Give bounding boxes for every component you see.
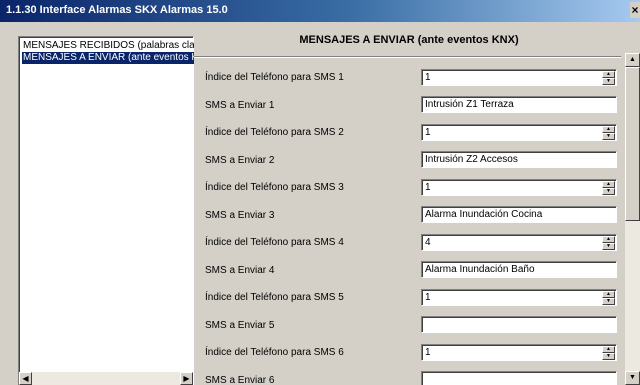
page-title: MENSAJES A ENVIAR (ante eventos KNX) xyxy=(299,34,519,46)
label-sms-enviar-1: SMS a Enviar 1 xyxy=(205,100,275,111)
label-sms-enviar-3: SMS a Enviar 3 xyxy=(205,210,275,221)
main-panel: MENSAJES A ENVIAR (ante eventos KNX) Índ… xyxy=(194,31,640,385)
spin-down-icon[interactable]: ▼ xyxy=(602,298,615,305)
close-icon[interactable]: × xyxy=(630,2,640,18)
title-bar: 1.1.30 Interface Alarmas SKX Alarmas 15.… xyxy=(0,0,640,22)
sms-enviar-1-input[interactable]: Intrusión Z1 Terraza xyxy=(421,96,617,113)
scroll-up-icon[interactable]: ▲ xyxy=(625,53,640,67)
sms-enviar-6-input[interactable] xyxy=(421,371,617,385)
spin-up-icon[interactable]: ▲ xyxy=(602,126,615,133)
spin-down-icon[interactable]: ▼ xyxy=(602,353,615,360)
indice-sms-1-spinner[interactable]: 1 ▲ ▼ xyxy=(421,69,617,86)
spin-down-icon[interactable]: ▼ xyxy=(602,78,615,85)
spin-down-icon[interactable]: ▼ xyxy=(602,133,615,140)
indice-sms-2-spinner[interactable]: 1 ▲ ▼ xyxy=(421,124,617,141)
label-sms-enviar-6: SMS a Enviar 6 xyxy=(205,375,275,385)
vertical-scrollbar[interactable]: ▲ ▼ xyxy=(625,53,640,385)
sms-enviar-3-input[interactable]: Alarma Inundación Cocina xyxy=(421,206,617,223)
indice-sms-6-value: 1 xyxy=(425,347,431,358)
indice-sms-3-value: 1 xyxy=(425,182,431,193)
sms-enviar-5-input[interactable] xyxy=(421,316,617,333)
spin-up-icon[interactable]: ▲ xyxy=(602,291,615,298)
indice-sms-6-spinner[interactable]: 1 ▲ ▼ xyxy=(421,344,617,361)
spin-down-icon[interactable]: ▼ xyxy=(602,243,615,250)
label-sms-enviar-2: SMS a Enviar 2 xyxy=(205,155,275,166)
spin-up-icon[interactable]: ▲ xyxy=(602,71,615,78)
section-list: MENSAJES RECIBIDOS (palabras clave) MENS… xyxy=(18,36,194,385)
scroll-down-icon[interactable]: ▼ xyxy=(625,371,640,385)
label-indice-sms-6: Índice del Teléfono para SMS 6 xyxy=(205,347,344,358)
window-title: 1.1.30 Interface Alarmas SKX Alarmas 15.… xyxy=(6,4,228,16)
label-indice-sms-2: Índice del Teléfono para SMS 2 xyxy=(205,127,344,138)
scrollbar-thumb[interactable] xyxy=(625,67,640,221)
scroll-left-icon[interactable]: ◀ xyxy=(19,372,32,385)
horizontal-scrollbar[interactable]: ◀ ▶ xyxy=(19,372,193,385)
label-indice-sms-1: Índice del Teléfono para SMS 1 xyxy=(205,72,344,83)
spin-down-icon[interactable]: ▼ xyxy=(602,188,615,195)
label-sms-enviar-5: SMS a Enviar 5 xyxy=(205,320,275,331)
indice-sms-5-spinner[interactable]: 1 ▲ ▼ xyxy=(421,289,617,306)
indice-sms-2-value: 1 xyxy=(425,127,431,138)
sidebar-item-mensajes-enviar[interactable]: MENSAJES A ENVIAR (ante eventos KNX) xyxy=(22,52,194,64)
label-indice-sms-3: Índice del Teléfono para SMS 3 xyxy=(205,182,344,193)
indice-sms-4-spinner[interactable]: 4 ▲ ▼ xyxy=(421,234,617,251)
spin-up-icon[interactable]: ▲ xyxy=(602,181,615,188)
sms-enviar-4-input[interactable]: Alarma Inundación Baño xyxy=(421,261,617,278)
indice-sms-3-spinner[interactable]: 1 ▲ ▼ xyxy=(421,179,617,196)
indice-sms-4-value: 4 xyxy=(425,237,431,248)
indice-sms-5-value: 1 xyxy=(425,292,431,303)
header-divider xyxy=(194,56,621,58)
label-indice-sms-5: Índice del Teléfono para SMS 5 xyxy=(205,292,344,303)
sidebar-item-mensajes-recibidos[interactable]: MENSAJES RECIBIDOS (palabras clave) xyxy=(22,40,194,52)
label-indice-sms-4: Índice del Teléfono para SMS 4 xyxy=(205,237,344,248)
label-sms-enviar-4: SMS a Enviar 4 xyxy=(205,265,275,276)
indice-sms-1-value: 1 xyxy=(425,72,431,83)
scroll-right-icon[interactable]: ▶ xyxy=(180,372,193,385)
spin-up-icon[interactable]: ▲ xyxy=(602,236,615,243)
sms-enviar-2-input[interactable]: Intrusión Z2 Accesos xyxy=(421,151,617,168)
spin-up-icon[interactable]: ▲ xyxy=(602,346,615,353)
